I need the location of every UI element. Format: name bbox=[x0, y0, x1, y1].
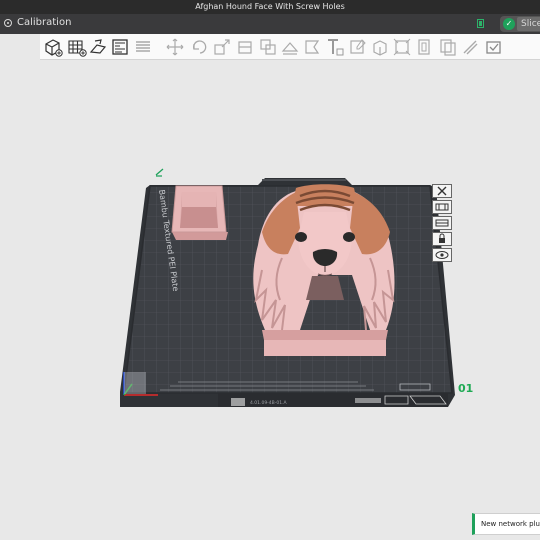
split-objects-icon[interactable] bbox=[258, 37, 278, 57]
slice-status-icon: ✓ bbox=[503, 18, 515, 30]
plate-number: 01 bbox=[458, 382, 474, 395]
move-icon[interactable] bbox=[165, 37, 185, 57]
main-toolbar bbox=[40, 34, 540, 60]
plate-bottom-text: 4.01.09-4B-01.A bbox=[250, 400, 288, 406]
afghan-hound-model[interactable] bbox=[253, 184, 395, 356]
device-icon[interactable] bbox=[476, 18, 485, 29]
scale-icon[interactable] bbox=[212, 37, 232, 57]
measure-icon[interactable] bbox=[392, 37, 412, 57]
scene-canvas: Bambu Textured PEI Plate 4.01.09-4B-01.A bbox=[120, 168, 455, 407]
edit-plate-name-icon[interactable] bbox=[155, 168, 164, 177]
plate-settings-icon[interactable] bbox=[110, 37, 130, 57]
assembly-icon[interactable] bbox=[415, 37, 435, 57]
calibration-tab-icon[interactable] bbox=[4, 19, 12, 27]
slice-control: ✓ Slice bbox=[500, 16, 540, 32]
window-title: Afghan Hound Face With Screw Holes bbox=[195, 2, 345, 11]
add-object-icon[interactable] bbox=[43, 37, 63, 57]
seam-paint-icon[interactable] bbox=[370, 37, 390, 57]
notification-text: New network plug-in available bbox=[481, 520, 540, 528]
arrange-plate-icon[interactable] bbox=[432, 200, 452, 214]
place-on-face-icon[interactable] bbox=[302, 37, 322, 57]
auto-orient-icon[interactable] bbox=[88, 37, 108, 57]
boolean-icon[interactable] bbox=[438, 37, 458, 57]
lock-plate-icon[interactable] bbox=[432, 232, 452, 246]
cut-icon[interactable] bbox=[235, 37, 255, 57]
tab-calibration[interactable]: Calibration bbox=[17, 17, 71, 28]
slice-button[interactable]: Slice bbox=[517, 17, 540, 31]
3d-viewport[interactable]: Bambu Textured PEI Plate 4.01.09-4B-01.A bbox=[0, 60, 540, 540]
arrange-grid-icon[interactable] bbox=[67, 37, 87, 57]
brim-ears-icon[interactable] bbox=[484, 37, 504, 57]
view-plate-icon[interactable] bbox=[432, 248, 452, 262]
notification-toast[interactable]: New network plug-in available bbox=[472, 513, 540, 535]
layer-list-icon[interactable] bbox=[133, 37, 153, 57]
close-plate-icon[interactable] bbox=[432, 184, 452, 198]
pink-box-object[interactable] bbox=[171, 185, 228, 240]
orient-plate-icon[interactable] bbox=[432, 216, 452, 230]
support-paint-icon[interactable] bbox=[348, 37, 368, 57]
window-titlebar: Afghan Hound Face With Screw Holes bbox=[0, 0, 540, 14]
split-parts-icon[interactable] bbox=[280, 37, 300, 57]
tab-bar: Calibration ✓ Slice bbox=[0, 14, 540, 34]
variable-layer-icon[interactable] bbox=[460, 37, 480, 57]
rotate-icon[interactable] bbox=[190, 37, 210, 57]
text-icon[interactable] bbox=[325, 37, 345, 57]
